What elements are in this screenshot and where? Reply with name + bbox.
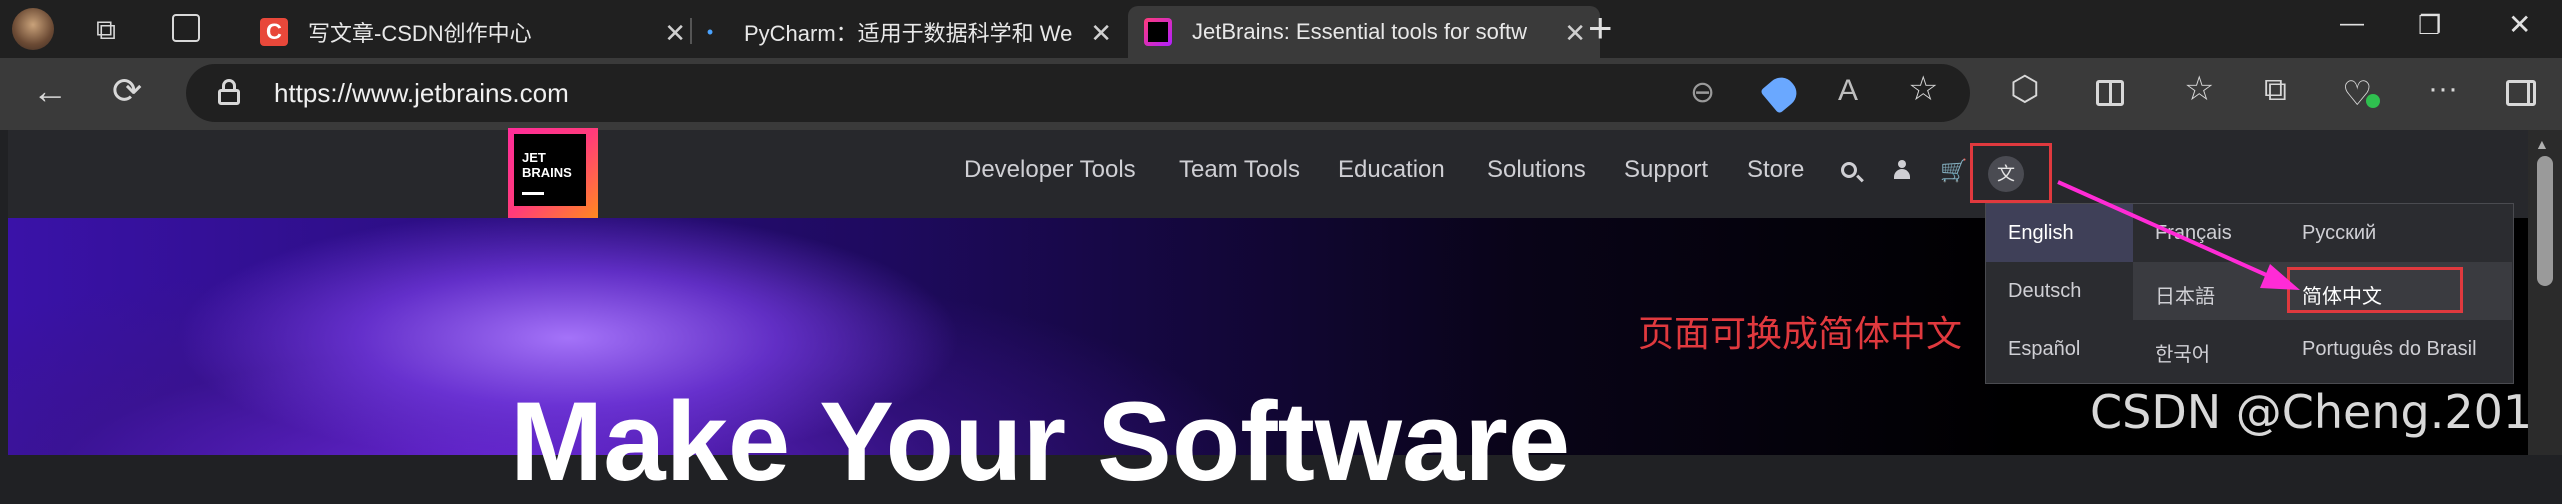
watermark: CSDN @Cheng.2012 [2090,385,2562,439]
split-screen-icon[interactable] [2096,80,2124,106]
restore-button[interactable]: ❐ [2418,10,2441,41]
extensions-icon[interactable]: ⬡ [2010,72,2040,106]
url-text[interactable]: https://www.jetbrains.com [274,78,569,109]
tab-jetbrains[interactable]: JetBrains: Essential tools for softw ✕ [1128,6,1600,58]
workspaces-icon[interactable]: ⧉ [96,14,126,45]
more-icon[interactable]: ··· [2428,74,2458,104]
favorites-icon[interactable]: ☆ [2184,72,2214,106]
sidebar-icon[interactable] [2506,80,2536,106]
tab-pycharm[interactable]: • PyCharm：适用于数据科学和 We ✕ [692,6,1126,58]
search-icon[interactable] [1841,162,1864,183]
tab-csdn[interactable]: C 写文章-CSDN创作中心 ✕ [244,6,700,58]
close-icon[interactable]: ✕ [664,18,686,49]
window-close-button[interactable]: ✕ [2508,8,2531,41]
logo-text-line1: JET [522,150,546,165]
user-icon[interactable] [1893,160,1911,180]
tab-title: JetBrains: Essential tools for softw [1192,19,1528,44]
read-aloud-icon[interactable]: A [1838,76,1858,106]
tab-title: PyCharm：适用于数据科学和 We [744,21,1073,46]
nav-solutions[interactable]: Solutions [1487,156,1586,184]
annotation-arrow [2057,180,2300,290]
vertical-tabs-icon[interactable] [172,14,200,42]
collections-icon[interactable]: ⧉ [2264,73,2287,105]
new-tab-button[interactable]: + [1588,4,1613,52]
lang-korean[interactable]: 한국어 [2155,338,2210,367]
pycharm-favicon-icon: • [706,22,714,42]
close-icon[interactable]: ✕ [1564,18,1586,49]
minimize-button[interactable]: — [2340,10,2364,38]
lang-espanol[interactable]: Español [2008,338,2080,361]
nav-developer-tools[interactable]: Developer Tools [964,156,1136,184]
nav-team-tools[interactable]: Team Tools [1179,156,1300,184]
browser-essentials-icon[interactable]: ♡ [2342,74,2382,113]
csdn-favicon-icon: C [260,18,288,46]
language-switcher-highlight [1970,143,2052,203]
jetbrains-logo[interactable]: JET BRAINS [508,128,598,218]
close-icon[interactable]: ✕ [1090,18,1112,49]
nav-education[interactable]: Education [1338,156,1445,184]
scrollbar-thumb[interactable] [2537,156,2553,286]
tab-title: 写文章-CSDN创作中心 [308,21,532,46]
nav-store[interactable]: Store [1747,156,1804,184]
lock-icon[interactable] [218,79,240,105]
logo-text-line2: BRAINS [522,165,572,180]
scroll-up-arrow-icon[interactable]: ▲ [2535,136,2549,152]
lang-portuguese[interactable]: Português do Brasil [2302,338,2477,361]
cart-icon[interactable]: 🛒 [1940,158,1967,184]
zoom-out-icon[interactable]: ⊖ [1690,78,1715,108]
back-icon[interactable]: ← [32,73,68,109]
chinese-option-highlight [2287,267,2463,313]
reload-icon[interactable]: ⟳ [112,73,142,109]
jetbrains-favicon-icon [1144,18,1172,46]
favorite-star-icon[interactable]: ☆ [1908,72,1938,106]
annotation-text: 页面可换成简体中文 [1638,314,1963,355]
nav-support[interactable]: Support [1624,156,1708,184]
hero-title: Make Your Software [510,379,1571,504]
lang-russian[interactable]: Русский [2302,222,2376,245]
profile-avatar[interactable] [12,8,54,50]
